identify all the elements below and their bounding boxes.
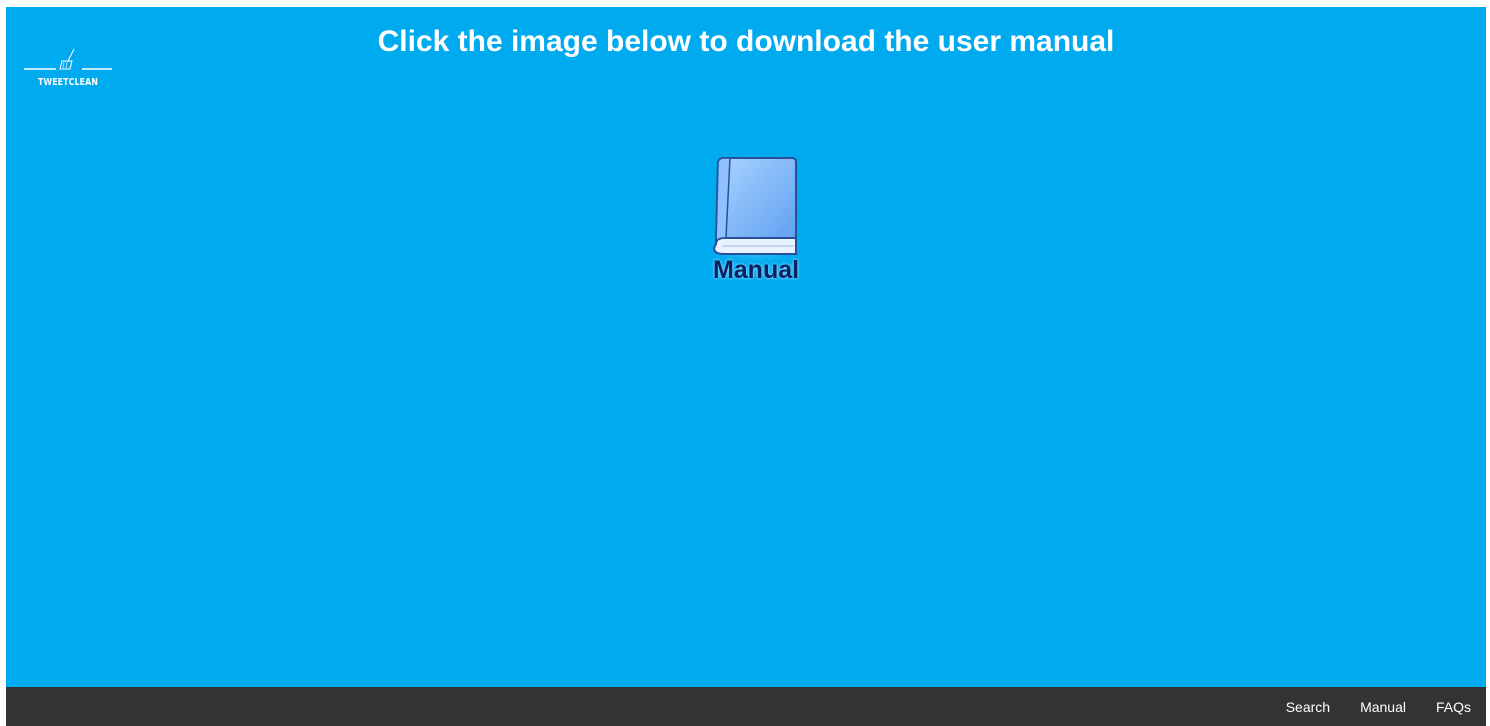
footer: Search Manual FAQs bbox=[6, 687, 1486, 726]
footer-link-manual[interactable]: Manual bbox=[1360, 699, 1406, 715]
footer-link-search[interactable]: Search bbox=[1286, 699, 1330, 715]
download-manual-link[interactable]: Manual bbox=[696, 152, 816, 297]
footer-nav: Search Manual FAQs bbox=[1271, 687, 1486, 726]
manual-label: Manual bbox=[712, 256, 800, 284]
logo-text: TWEETCLEAN bbox=[37, 77, 99, 88]
page-title: Click the image below to download the us… bbox=[377, 25, 1115, 58]
footer-link-faqs[interactable]: FAQs bbox=[1436, 699, 1471, 715]
book-icon bbox=[702, 157, 810, 262]
page-background: TWEETCLEAN Click the image below to down… bbox=[6, 7, 1486, 726]
